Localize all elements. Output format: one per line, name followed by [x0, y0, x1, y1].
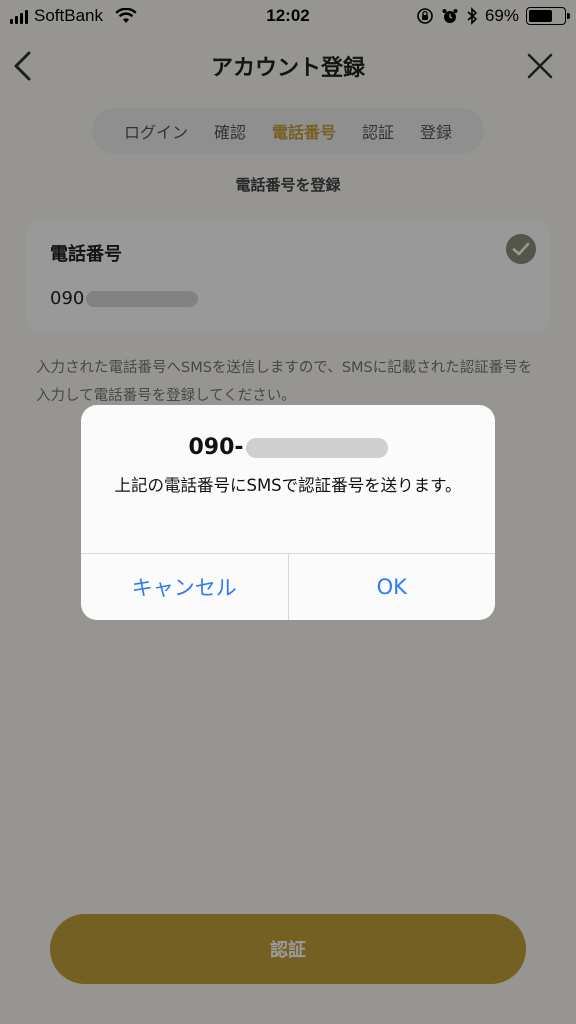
sms-confirm-dialog: 090- 上記の電話番号にSMSで認証番号を送ります。 キャンセル OK	[81, 405, 495, 620]
cancel-button[interactable]: キャンセル	[81, 554, 288, 620]
dialog-actions: キャンセル OK	[81, 553, 495, 620]
dialog-masked-digits	[245, 437, 388, 458]
dialog-phone-prefix: 090-	[188, 435, 244, 460]
dialog-title: 090-	[81, 435, 495, 460]
ok-button[interactable]: OK	[287, 554, 496, 620]
dialog-message: 上記の電話番号にSMSで認証番号を送ります。	[114, 476, 462, 495]
